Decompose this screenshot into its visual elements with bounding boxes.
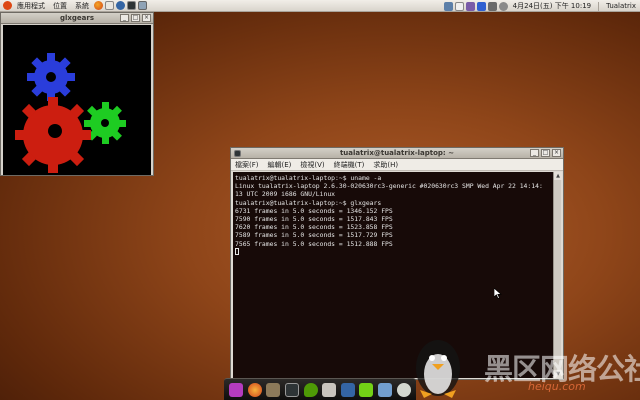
terminal-line: 7590 frames in 5.0 seconds = 1517.843 FP… bbox=[235, 215, 393, 224]
watermark-url: heiqu.com bbox=[528, 380, 586, 393]
terminal-line: 6731 frames in 5.0 seconds = 1346.152 FP… bbox=[235, 206, 393, 215]
blue-gear bbox=[27, 53, 75, 101]
glxgears-window[interactable]: glxgears _ □ × bbox=[0, 12, 154, 176]
terminal-line: 7620 frames in 5.0 seconds = 1523.858 FP… bbox=[235, 223, 393, 232]
battery-icon[interactable] bbox=[487, 1, 497, 11]
terminal-icon[interactable] bbox=[285, 382, 300, 397]
firefox-icon[interactable] bbox=[94, 1, 103, 10]
mouse-pointer-icon bbox=[494, 288, 502, 299]
gears-illustration bbox=[15, 53, 126, 173]
terminal-icon[interactable] bbox=[127, 1, 136, 10]
menu-file[interactable]: 檔案(F) bbox=[235, 160, 259, 170]
menu-view[interactable]: 檢視(V) bbox=[300, 160, 324, 170]
bluetooth-icon[interactable] bbox=[476, 1, 486, 11]
menu-applications[interactable]: 應用程式 bbox=[13, 1, 49, 11]
terminal-line: 13 UTC 2009 i686 GNU/Linux bbox=[235, 190, 336, 199]
terminal-line: 7589 frames in 5.0 seconds = 1517.729 FP… bbox=[235, 231, 393, 240]
menu-help[interactable]: 求助(H) bbox=[373, 160, 398, 170]
terminal-line: Linux tualatrix-laptop 2.6.30-020630rc3-… bbox=[235, 182, 543, 191]
monitor-icon[interactable] bbox=[138, 1, 147, 10]
bottom-dock bbox=[224, 378, 416, 400]
system-tray: 4月24日(五) 下午 10:19 Tualatrix bbox=[443, 0, 640, 12]
minimize-button[interactable]: _ bbox=[530, 149, 539, 157]
menu-system[interactable]: 系統 bbox=[71, 1, 93, 11]
clock[interactable]: 4月24日(五) 下午 10:19 bbox=[509, 1, 595, 11]
penguin-logo-icon bbox=[416, 340, 460, 398]
terminal-menubar: 檔案(F) 編輯(E) 檢視(V) 終端機(T) 求助(H) bbox=[231, 159, 563, 171]
system-icon[interactable] bbox=[229, 382, 244, 397]
terminal-line: tualatrix@tualatrix-laptop:~$ uname -a bbox=[235, 174, 382, 182]
menu-edit[interactable]: 編輯(E) bbox=[268, 160, 292, 170]
volume-icon[interactable] bbox=[498, 1, 508, 11]
ubuntu-logo-icon[interactable] bbox=[3, 1, 12, 10]
mail-indicator-icon[interactable] bbox=[454, 1, 464, 11]
pidgin-icon[interactable] bbox=[303, 382, 318, 397]
mail-icon[interactable] bbox=[105, 1, 114, 10]
rhythmbox-icon[interactable] bbox=[340, 382, 355, 397]
panel-separator bbox=[598, 1, 600, 11]
menu-places[interactable]: 位置 bbox=[49, 1, 71, 11]
close-button[interactable]: × bbox=[552, 149, 561, 157]
help-icon[interactable] bbox=[116, 1, 125, 10]
menu-terminal[interactable]: 終端機(T) bbox=[334, 160, 365, 170]
firefox-icon[interactable] bbox=[247, 382, 262, 397]
minimize-button[interactable]: _ bbox=[120, 14, 129, 22]
red-gear bbox=[15, 97, 91, 173]
xchat-icon[interactable] bbox=[359, 382, 374, 397]
desktop-icon[interactable] bbox=[378, 382, 393, 397]
scroll-up-icon[interactable]: ▲ bbox=[554, 172, 562, 180]
terminal-line: 7565 frames in 5.0 seconds = 1512.888 FP… bbox=[235, 239, 393, 248]
gimp-icon[interactable] bbox=[266, 382, 281, 397]
close-button[interactable]: × bbox=[142, 14, 151, 22]
gears-render-area bbox=[3, 25, 151, 175]
terminal-line: tualatrix@tualatrix-laptop:~$ glxgears bbox=[235, 198, 382, 207]
top-panel: 應用程式 位置 系統 4月24日(五) 下午 10:19 Tualatrix bbox=[0, 0, 640, 12]
text-cursor bbox=[235, 247, 239, 255]
window-title: tualatrix@tualatrix-laptop: ~ bbox=[339, 149, 455, 157]
watermark: 黑区网络公社 heiqu.com bbox=[404, 332, 640, 400]
terminal-titlebar[interactable]: tualatrix@tualatrix-laptop: ~ _ □ × bbox=[231, 148, 563, 159]
maximize-button[interactable]: □ bbox=[541, 149, 550, 157]
network-icon[interactable] bbox=[443, 1, 453, 11]
gaming-icon[interactable] bbox=[322, 382, 337, 397]
glxgears-titlebar[interactable]: glxgears _ □ × bbox=[1, 13, 153, 24]
maximize-button[interactable]: □ bbox=[131, 14, 140, 22]
user-switcher[interactable]: Tualatrix bbox=[602, 2, 640, 10]
user-icon[interactable] bbox=[465, 1, 475, 11]
